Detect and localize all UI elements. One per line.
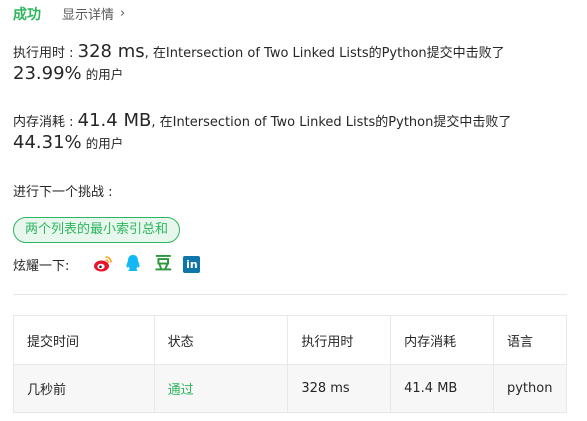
douban-glyph: 豆 (154, 254, 172, 274)
result-header: 成功 显示详情 › (13, 4, 125, 24)
next-challenge-tag[interactable]: 两个列表的最小索引总和 (13, 217, 181, 243)
qq-icon[interactable] (123, 254, 143, 274)
column-header-language: 语言 (492, 315, 568, 365)
cell-language: python (492, 364, 568, 413)
runtime-suffix: 的用户 (85, 67, 124, 82)
memory-value: 41.4 MB (77, 110, 152, 131)
column-header-memory: 内存消耗 (390, 315, 494, 365)
status-accepted-link[interactable]: 通过 (168, 383, 194, 398)
column-header-status: 状态 (153, 315, 289, 365)
memory-label: 内存消耗 : (13, 115, 74, 130)
memory-sentence: , 在Intersection of Two Linked Lists的Pyth… (151, 115, 512, 130)
status-success: 成功 (13, 7, 41, 23)
runtime-label: 执行用时 : (13, 46, 74, 61)
weibo-icon[interactable] (93, 254, 113, 274)
table-row: 几秒前 通过 328 ms 41.4 MB python (13, 364, 568, 413)
next-challenge-label: 进行下一个挑战 : (13, 185, 113, 200)
runtime-sentence: , 在Intersection of Two Linked Lists的Pyth… (144, 46, 505, 61)
submissions-table: 提交时间 状态 执行用时 内存消耗 语言 几秒前 通过 328 ms 41.4 … (13, 315, 568, 413)
cell-memory: 41.4 MB (390, 364, 494, 413)
share-label: 炫耀一下: (13, 258, 70, 274)
section-divider (13, 294, 567, 295)
memory-percent: 44.31% (13, 132, 82, 153)
runtime-percent: 23.99% (13, 63, 82, 84)
show-details-link[interactable]: 显示详情 › (62, 4, 125, 23)
column-header-time: 提交时间 (13, 315, 155, 365)
cell-status: 通过 (153, 364, 289, 413)
runtime-stat: 执行用时 : 328 ms, 在Intersection of Two Link… (13, 42, 573, 86)
share-row: 炫耀一下: 豆 in (13, 254, 210, 274)
linkedin-glyph: in (186, 257, 198, 271)
douban-icon[interactable]: 豆 (153, 254, 173, 274)
memory-suffix: 的用户 (85, 136, 124, 151)
column-header-runtime: 执行用时 (287, 315, 392, 365)
show-details-label: 显示详情 (62, 8, 115, 23)
chevron-right-icon: › (120, 6, 126, 21)
memory-stat: 内存消耗 : 41.4 MB, 在Intersection of Two Lin… (13, 111, 573, 155)
table-header-row: 提交时间 状态 执行用时 内存消耗 语言 (13, 315, 568, 365)
cell-runtime: 328 ms (287, 364, 392, 413)
cell-time: 几秒前 (13, 364, 155, 413)
linkedin-icon[interactable]: in (183, 255, 201, 273)
runtime-value: 328 ms (77, 41, 145, 62)
